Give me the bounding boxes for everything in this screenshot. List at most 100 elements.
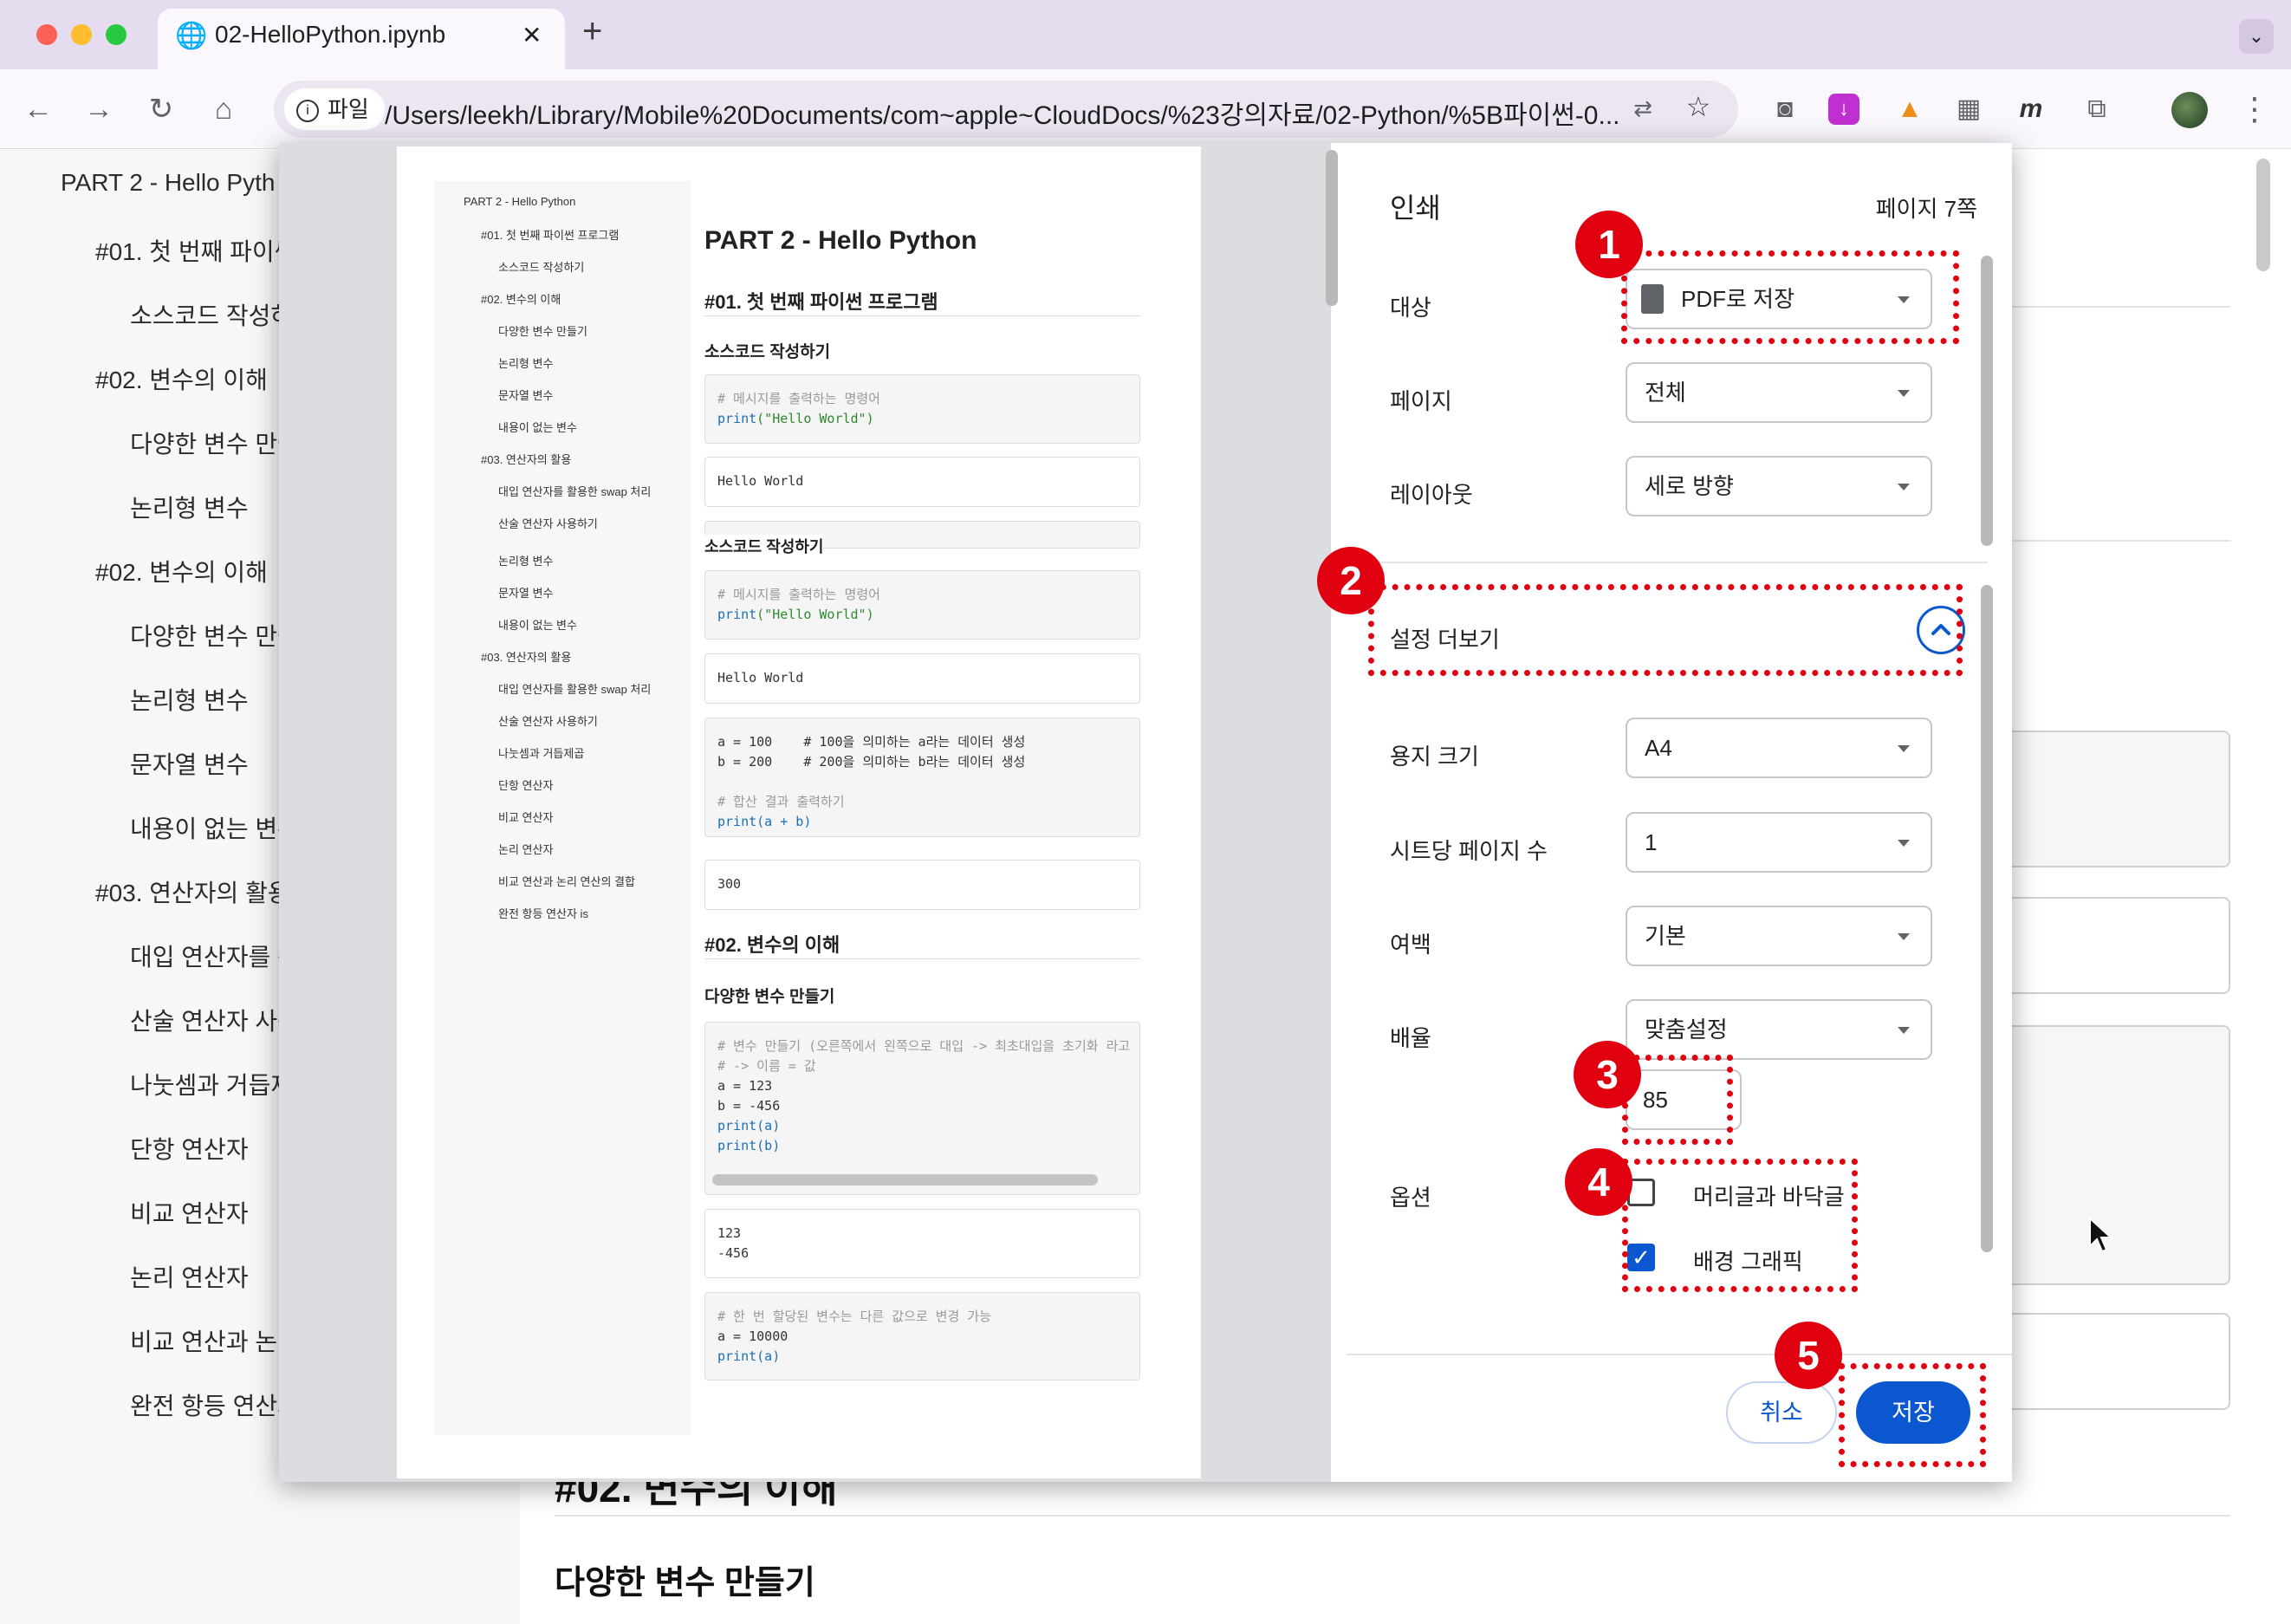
toc-item[interactable]: 단항 연산자 [130,1131,249,1166]
more-settings-toggle[interactable] [1917,606,1965,654]
back-icon[interactable]: ← [19,90,57,128]
preview-toc-item: 다양한 변수 만들기 [498,325,587,338]
preview-heading: #01. 첫 번째 파이썬 프로그램 [704,291,938,313]
settings-scrollbar-top[interactable] [1981,256,1993,546]
puzzle-extensions-icon[interactable]: ⧉ [2078,90,2116,128]
toc-item[interactable]: 다양한 변수 만들 [130,618,300,653]
preview-output-cell: 300 [704,860,1140,910]
scale-value: 맞춤설정 [1645,1017,1728,1043]
toc-item[interactable]: 문자열 변수 [130,746,249,781]
layout-select[interactable]: 세로 방향 [1626,456,1932,516]
page-scrollbar[interactable] [2256,159,2270,271]
scale-select[interactable]: 맞춤설정 [1626,999,1932,1060]
toc-item[interactable]: #03. 연산자의 활용 [95,874,290,909]
toc-item[interactable]: 내용이 없는 변수 [130,810,300,845]
preview-toc-item: 비교 연산과 논리 연산의 결합 [498,875,635,888]
cancel-button[interactable]: 취소 [1726,1381,1837,1444]
toc-item[interactable]: #01. 첫 번째 파이썬 [95,233,296,268]
more-settings-label[interactable]: 설정 더보기 [1390,622,1500,654]
pages-per-sheet-select[interactable]: 1 [1626,812,1932,873]
tab-close-icon[interactable]: ✕ [522,21,542,49]
menu-kebab-icon[interactable]: ⋮ [2236,90,2274,128]
toc-item[interactable]: 비교 연산자 [130,1195,249,1230]
toc-item[interactable]: 다양한 변수 만들 [130,425,300,460]
preview-toc [434,181,691,1435]
toc-item[interactable]: 나눗셈과 거듭제 [130,1067,293,1101]
forward-icon[interactable]: → [80,90,118,128]
new-tab-button[interactable]: + [582,12,602,51]
m-extension-icon[interactable]: m [2012,90,2050,128]
preview-horizontal-scrollbar [712,1174,1098,1186]
background-graphics-checkbox[interactable]: ✓ [1627,1244,1655,1271]
preview-code-cell: # 메시지를 출력하는 명령어 print("Hello World") [704,374,1140,444]
toc-item[interactable]: 소스코드 작성하 [130,297,293,332]
preview-scrollbar[interactable] [1326,150,1338,306]
preview-heading: #02. 변수의 이해 [704,934,840,956]
site-info-chip[interactable]: i 파일 [284,88,385,130]
tab-title: 02-HelloPython.ipynb [215,21,446,48]
print-dialog: PART 2 - Hello Python #01. 첫 번째 파이썬 프로그램… [279,143,2012,1482]
active-tab[interactable]: 🌐 02-HelloPython.ipynb ✕ [158,9,565,69]
settings-scrollbar[interactable] [1981,585,1993,1252]
scale-input[interactable]: 85 [1626,1069,1742,1130]
pages-select[interactable]: 전체 [1626,362,1932,423]
minimize-window-button[interactable] [71,24,92,45]
paper-size-value: A4 [1645,735,1672,761]
pages-per-sheet-value: 1 [1645,829,1658,855]
preview-toc-item: 산술 연산자 사용하기 [498,715,598,728]
close-window-button[interactable] [36,24,57,45]
dialog-footer: 취소 저장 [1347,1354,2012,1482]
tab-search-chevron-icon[interactable]: ⌄ [2239,19,2274,54]
reload-icon[interactable]: ↻ [142,90,180,128]
download-extension-icon[interactable]: ↓ [1828,94,1859,125]
preview-page: PART 2 - Hello Python #01. 첫 번째 파이썬 프로그램… [397,146,1201,1478]
preview-toc-item: 나눗셈과 거듭제곱 [498,747,585,760]
toc-item[interactable]: 논리 연산자 [130,1259,249,1294]
paper-size-select[interactable]: A4 [1626,718,1932,778]
toc-item[interactable]: 비교 연산과 논리 [130,1323,300,1358]
toc-item[interactable]: #02. 변수의 이해 [95,361,268,396]
maximize-window-button[interactable] [106,24,127,45]
preview-code-cell: # 변수 만들기 (오른쪽에서 왼쪽으로 대입 -> 최초대입을 초기화 라고 … [704,1022,1140,1195]
toc-item[interactable]: 논리형 변수 [130,682,249,717]
annotation-badge: 2 [1317,547,1385,614]
margins-select[interactable]: 기본 [1626,906,1932,966]
paper-size-label: 용지 크기 [1390,744,1479,770]
url-text[interactable]: /Users/leekh/Library/Mobile%20Documents/… [385,94,1620,132]
preview-subheading: 소스코드 작성하기 [704,535,824,557]
preview-toc-item: 논리 연산자 [498,843,554,856]
dropdown-arrow-icon [1898,296,1910,303]
pages-per-sheet-label: 시트당 페이지 수 [1390,838,1548,864]
home-icon[interactable]: ⌂ [204,90,243,128]
destination-select[interactable]: PDF로 저장 [1626,269,1932,329]
code-cell [1993,731,2230,867]
toc-item[interactable]: 산술 연산자 사용 [130,1003,300,1037]
profile-avatar[interactable] [2171,92,2208,128]
headers-footers-label[interactable]: 머리글과 바닥글 [1693,1179,1845,1212]
layout-value: 세로 방향 [1645,473,1734,499]
destination-value: PDF로 저장 [1681,286,1795,312]
extension-flame-icon[interactable]: ▲ [1891,90,1929,128]
preview-toc-item: #02. 변수의 이해 [481,293,561,306]
toc-item[interactable]: 완전 항등 연산자 [130,1387,300,1422]
toc-item[interactable]: 논리형 변수 [130,490,249,524]
translate-icon[interactable]: ⇄ [1626,91,1660,126]
background-graphics-label[interactable]: 배경 그래픽 [1693,1244,1803,1276]
print-settings-panel: 인쇄 페이지 7쪽 대상 PDF로 저장 페이지 전체 레이아웃 세로 방향 설… [1347,143,2012,1482]
document-icon [1641,284,1664,314]
toc-item[interactable]: 대입 연산자를 활 [130,939,300,973]
bookmark-star-icon[interactable]: ☆ [1681,89,1716,124]
save-button[interactable]: 저장 [1856,1381,1970,1444]
toc-item[interactable]: #02. 변수의 이해 [95,554,268,588]
annotation-badge: 1 [1575,211,1643,278]
preview-toc-item: #01. 첫 번째 파이썬 프로그램 [481,229,620,242]
dropdown-arrow-icon [1898,933,1910,940]
dropdown-arrow-icon [1898,484,1910,490]
qr-code-icon[interactable]: ▦ [1950,90,1988,128]
camera-icon[interactable]: ◙ [1766,90,1804,128]
address-bar[interactable]: i 파일 /Users/leekh/Library/Mobile%20Docume… [274,81,1738,138]
divider [1993,540,2230,542]
destination-label: 대상 [1390,295,1431,321]
toc-item[interactable]: PART 2 - Hello Pyth [61,169,275,197]
preview-output-cell: 123 -456 [704,1209,1140,1278]
